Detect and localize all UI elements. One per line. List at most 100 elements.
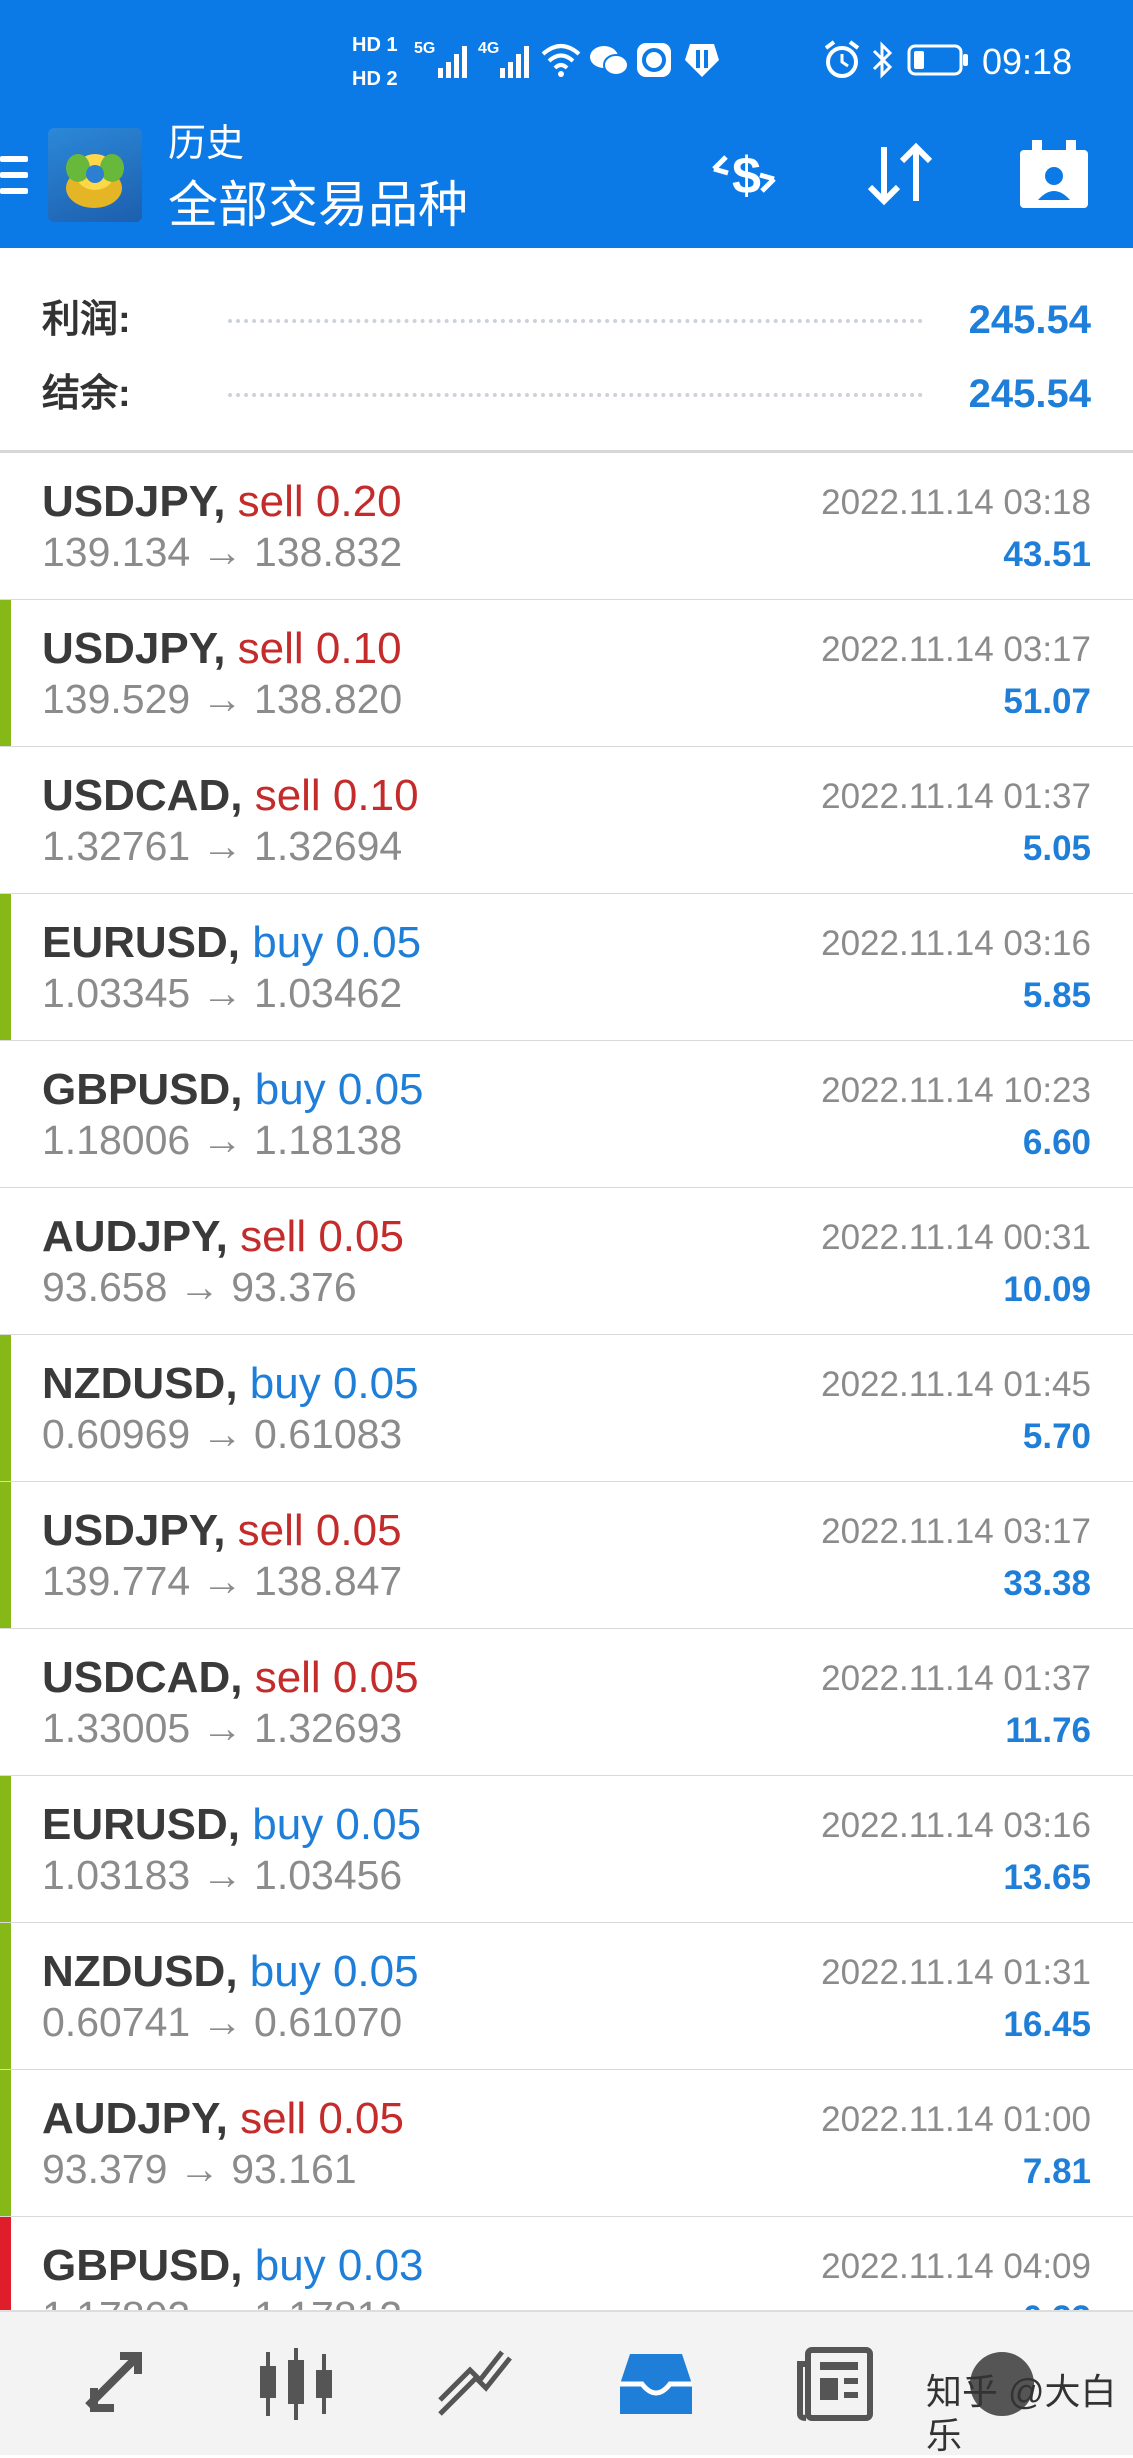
trade-prices: 139.774 → 138.847 bbox=[42, 1555, 402, 1607]
trade-time: 2022.11.14 10:23 bbox=[821, 1071, 1091, 1110]
trade-side: buy 0.05 bbox=[252, 1800, 422, 1849]
trade-symbol: NZDUSD, bbox=[42, 1947, 238, 1996]
trade-row[interactable]: GBPUSD, buy 0.05 1.18006 → 1.18138 2022.… bbox=[0, 1041, 1133, 1188]
trade-title: USDJPY, sell 0.05 bbox=[42, 1504, 402, 1558]
trade-status-bar bbox=[0, 894, 11, 1040]
trade-row[interactable]: USDJPY, sell 0.05 139.774 → 138.847 2022… bbox=[0, 1482, 1133, 1629]
history-icon[interactable] bbox=[606, 2334, 706, 2434]
profit-value: 245.54 bbox=[968, 298, 1091, 342]
clock: 09:18 bbox=[982, 41, 1073, 82]
trade-symbol: NZDUSD, bbox=[42, 1359, 238, 1408]
trade-time: 2022.11.14 01:00 bbox=[821, 2100, 1091, 2139]
trade-prices: 93.379 → 93.161 bbox=[42, 2143, 357, 2195]
trade-close-price: 138.832 bbox=[254, 529, 403, 575]
trade-row[interactable]: NZDUSD, buy 0.05 0.60741 → 0.61070 2022.… bbox=[0, 1923, 1133, 2070]
wechat-icon bbox=[590, 46, 629, 76]
trade-profit: 5.70 bbox=[1022, 1417, 1091, 1456]
trade-symbol: AUDJPY, bbox=[42, 2094, 228, 2143]
trade-row[interactable]: EURUSD, buy 0.05 1.03345 → 1.03462 2022.… bbox=[0, 894, 1133, 1041]
arrow-right-icon: → bbox=[201, 970, 243, 1016]
trade-symbol: USDJPY, bbox=[42, 624, 226, 673]
trade-close-price: 138.847 bbox=[254, 1558, 403, 1604]
trade-row[interactable]: USDJPY, sell 0.10 139.529 → 138.820 2022… bbox=[0, 600, 1133, 747]
trade-close-price: 93.376 bbox=[231, 1264, 357, 1310]
trade-profit: 10.09 bbox=[1003, 1270, 1091, 1309]
status-bar: HD 1 HD 2 5G 4G 09:18 bbox=[0, 0, 1133, 120]
trade-title: USDJPY, sell 0.10 bbox=[42, 622, 402, 676]
arrow-right-icon: → bbox=[201, 1117, 243, 1163]
trade-close-price: 93.161 bbox=[231, 2146, 357, 2192]
trade-prices: 1.17802 → 1.17813 bbox=[42, 2290, 402, 2310]
trade-row[interactable]: NZDUSD, buy 0.05 0.60969 → 0.61083 2022.… bbox=[0, 1335, 1133, 1482]
arrow-right-icon: → bbox=[201, 1411, 243, 1457]
trade-time: 2022.11.14 01:45 bbox=[821, 1365, 1091, 1404]
trade-history-list[interactable]: USDJPY, sell 0.20 139.134 → 138.832 2022… bbox=[0, 453, 1133, 2310]
trade-prices: 1.03345 → 1.03462 bbox=[42, 967, 402, 1019]
arrow-right-icon: → bbox=[201, 529, 243, 575]
trade-status-bar bbox=[0, 1923, 11, 2069]
trade-side: buy 0.05 bbox=[254, 1065, 424, 1114]
sim2-label: HD 2 bbox=[352, 68, 398, 90]
trade-close-price: 1.17813 bbox=[254, 2293, 402, 2310]
trade-time: 2022.11.14 03:16 bbox=[821, 924, 1091, 963]
trade-title: EURUSD, buy 0.05 bbox=[42, 1798, 421, 1852]
trade-row[interactable]: EURUSD, buy 0.05 1.03183 → 1.03456 2022.… bbox=[0, 1776, 1133, 1923]
trade-title: AUDJPY, sell 0.05 bbox=[42, 1210, 404, 1264]
trade-open-price: 1.33005 bbox=[42, 1705, 191, 1751]
trade-side: sell 0.05 bbox=[240, 1212, 404, 1261]
trade-time: 2022.11.14 01:37 bbox=[821, 1659, 1091, 1698]
trade-prices: 0.60969 → 0.61083 bbox=[42, 1408, 402, 1460]
currency-exchange-icon[interactable]: $ bbox=[702, 132, 786, 216]
menu-icon[interactable] bbox=[0, 152, 30, 198]
trade-status-bar bbox=[0, 747, 11, 893]
trade-row[interactable]: AUDJPY, sell 0.05 93.658 → 93.376 2022.1… bbox=[0, 1188, 1133, 1335]
trade-open-price: 0.60741 bbox=[42, 1999, 191, 2045]
trade-side: sell 0.05 bbox=[237, 1506, 402, 1555]
trade-side: sell 0.10 bbox=[254, 771, 419, 820]
trade-title: GBPUSD, buy 0.05 bbox=[42, 1063, 424, 1117]
trade-prices: 0.60741 → 0.61070 bbox=[42, 1996, 402, 2048]
trade-row[interactable]: USDCAD, sell 0.10 1.32761 → 1.32694 2022… bbox=[0, 747, 1133, 894]
calendar-icon[interactable] bbox=[1012, 132, 1096, 216]
trade-status-bar bbox=[0, 1041, 11, 1187]
svg-text:$: $ bbox=[732, 147, 761, 205]
trade-open-price: 139.529 bbox=[42, 676, 191, 722]
balance-value: 245.54 bbox=[968, 372, 1091, 416]
news-icon[interactable] bbox=[786, 2334, 886, 2434]
trade-open-price: 1.03345 bbox=[42, 970, 191, 1016]
arrow-right-icon: → bbox=[178, 1264, 220, 1310]
signal-icon-2 bbox=[500, 46, 529, 78]
trade-status-bar bbox=[0, 1188, 11, 1334]
bluetooth-icon bbox=[872, 41, 893, 79]
trade-icon[interactable] bbox=[424, 2334, 524, 2434]
trade-profit: 43.51 bbox=[1003, 535, 1091, 574]
app-header: HD 1 HD 2 5G 4G 09:18 历史 全部交易品种 $ bbox=[0, 0, 1133, 248]
trade-time: 2022.11.14 00:31 bbox=[821, 1218, 1091, 1257]
trade-open-price: 139.134 bbox=[42, 529, 191, 575]
trade-status-bar bbox=[0, 2070, 11, 2216]
trade-row[interactable]: GBPUSD, buy 0.03 1.17802 → 1.17813 2022.… bbox=[0, 2217, 1133, 2310]
trade-close-price: 1.03456 bbox=[254, 1852, 403, 1898]
trade-close-price: 1.03462 bbox=[254, 970, 403, 1016]
page-title[interactable]: 全部交易品种 bbox=[168, 176, 468, 234]
chart-icon[interactable] bbox=[246, 2334, 346, 2434]
trade-side: buy 0.05 bbox=[252, 918, 422, 967]
trade-row[interactable]: USDJPY, sell 0.20 139.134 → 138.832 2022… bbox=[0, 453, 1133, 600]
trade-prices: 139.529 → 138.820 bbox=[42, 673, 402, 725]
trade-profit: 11.76 bbox=[1005, 1711, 1091, 1750]
trade-time: 2022.11.14 03:18 bbox=[821, 483, 1091, 522]
trade-row[interactable]: AUDJPY, sell 0.05 93.379 → 93.161 2022.1… bbox=[0, 2070, 1133, 2217]
trade-open-price: 1.32761 bbox=[42, 823, 191, 869]
header-subtitle: 历史 bbox=[168, 123, 245, 165]
arrow-right-icon: → bbox=[201, 1558, 243, 1604]
arrow-right-icon: → bbox=[201, 1705, 243, 1751]
trade-status-bar bbox=[0, 1776, 11, 1922]
trade-row[interactable]: USDCAD, sell 0.05 1.33005 → 1.32693 2022… bbox=[0, 1629, 1133, 1776]
quotes-icon[interactable] bbox=[66, 2334, 166, 2434]
sort-icon[interactable] bbox=[858, 132, 942, 216]
trade-open-price: 139.774 bbox=[42, 1558, 191, 1604]
trade-close-price: 0.61070 bbox=[254, 1999, 403, 2045]
trade-open-price: 93.379 bbox=[42, 2146, 168, 2192]
trade-profit: 7.81 bbox=[1022, 2152, 1091, 2191]
app-logo bbox=[48, 128, 142, 222]
